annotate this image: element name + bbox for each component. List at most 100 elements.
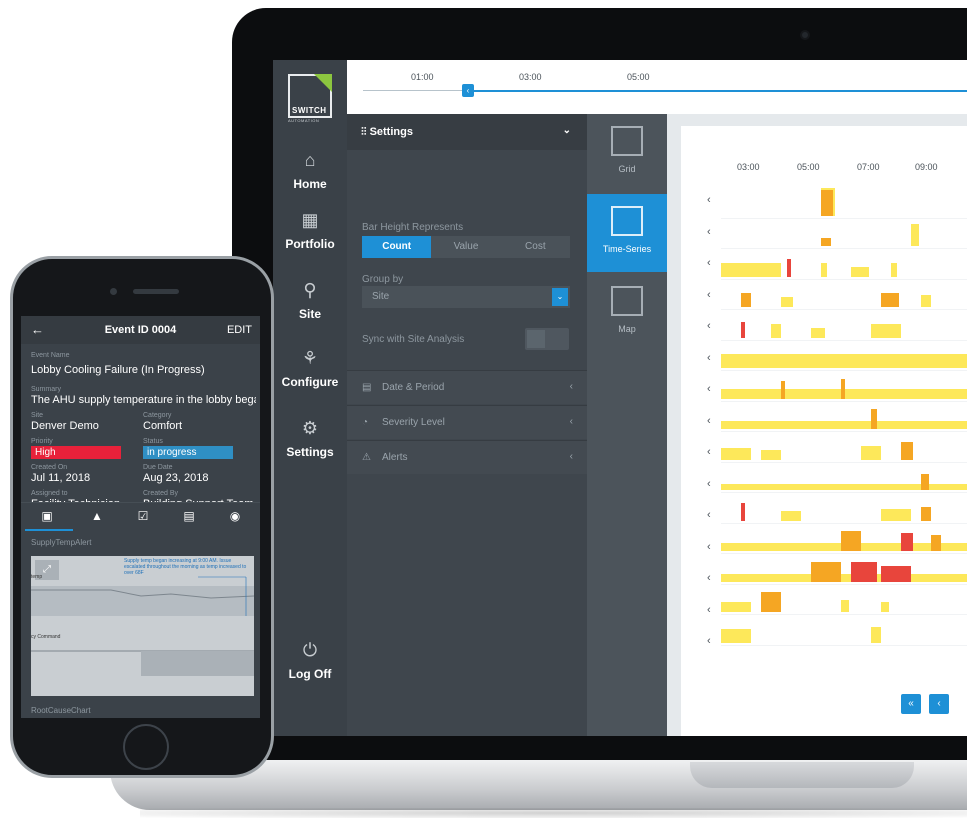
portfolio-icon: ▦ bbox=[301, 210, 319, 230]
heatmap-row bbox=[721, 371, 967, 402]
phone-screen: ← Event ID 0004 EDIT Event Name Lobby Co… bbox=[21, 316, 260, 718]
heatmap-segment bbox=[851, 561, 877, 582]
chevron-left-icon[interactable]: ‹ bbox=[707, 446, 711, 458]
chevron-down-icon: ⌄ bbox=[562, 125, 571, 136]
heatmap-rows bbox=[721, 188, 967, 646]
heatmap-segment bbox=[741, 321, 745, 338]
chevron-left-icon[interactable]: ‹ bbox=[707, 257, 711, 269]
bar-height-segmented: Count Value Cost bbox=[362, 236, 570, 258]
heatmap-row bbox=[721, 402, 967, 432]
heatmap-segment bbox=[841, 378, 845, 399]
sync-toggle[interactable] bbox=[525, 328, 569, 350]
heatmap-segment bbox=[721, 573, 967, 582]
heatmap-segment bbox=[881, 293, 899, 307]
pager-first-button[interactable]: « bbox=[901, 694, 921, 714]
chevron-left-icon[interactable]: ‹ bbox=[707, 635, 711, 647]
heatmap-segment bbox=[871, 626, 881, 643]
event-header: ← Event ID 0004 EDIT bbox=[21, 316, 260, 344]
nav-home-label: Home bbox=[293, 177, 327, 191]
eye-tab-icon[interactable]: ◉ bbox=[217, 509, 253, 523]
nav-portfolio[interactable]: ▦ Portfolio bbox=[273, 210, 347, 251]
chevron-left-icon[interactable]: ‹ bbox=[707, 604, 711, 616]
heatmap-segment bbox=[721, 628, 751, 643]
event-tabs: ▣ ▲ ☑ ▤ ◉ bbox=[21, 502, 260, 531]
heatmap-segment bbox=[881, 602, 889, 612]
group-by-value: Site bbox=[372, 291, 390, 302]
chevron-left-icon[interactable]: ‹ bbox=[707, 478, 711, 490]
timeline-tick: 05:00 bbox=[627, 72, 650, 82]
chevron-left-icon[interactable]: ‹ bbox=[707, 541, 711, 553]
section-label: Severity Level bbox=[382, 417, 445, 428]
segment-value[interactable]: Value bbox=[431, 236, 500, 258]
chevron-left-icon[interactable]: ‹ bbox=[707, 194, 711, 206]
heatmap-row bbox=[721, 188, 967, 219]
location-pin-icon: ⚲ bbox=[303, 280, 317, 300]
chevron-left-icon[interactable]: ‹ bbox=[707, 289, 711, 301]
section-severity[interactable]: ◔ Severity Level ‹ bbox=[347, 405, 587, 439]
section-date-period[interactable]: ▤ Date & Period ‹ bbox=[347, 370, 587, 404]
nav-log-off[interactable]: ⏻ Log Off bbox=[273, 640, 347, 681]
created-by-label: Created By bbox=[143, 490, 179, 497]
nav-site[interactable]: ⚲ Site bbox=[273, 280, 347, 321]
supply-temp-chart: ⤢ Supply temp began increasing at 9:00 A… bbox=[31, 556, 254, 696]
view-time-series[interactable]: Time-Series bbox=[587, 194, 667, 272]
event-title: Event ID 0004 bbox=[104, 324, 177, 336]
heatmap-row bbox=[721, 585, 967, 615]
warning-tab-icon[interactable]: ▲ bbox=[79, 509, 115, 523]
comment-tab-icon[interactable]: ▤ bbox=[171, 509, 207, 523]
nav-home[interactable]: ⌂ Home bbox=[273, 150, 347, 191]
phone-home-button[interactable] bbox=[123, 724, 169, 770]
checklist-tab-icon[interactable]: ☑ bbox=[125, 509, 161, 523]
summary-value: The AHU supply temperature in the lobby … bbox=[31, 394, 256, 406]
nav-configure[interactable]: ⚘ Configure bbox=[273, 348, 347, 389]
settings-header[interactable]: ⫶⫶ Settings ⌄ bbox=[347, 114, 587, 150]
heatmap-segment bbox=[761, 449, 781, 460]
heatmap-segment bbox=[901, 533, 913, 551]
laptop-shadow bbox=[140, 808, 967, 818]
heatmap-segment bbox=[921, 295, 931, 307]
nav-settings[interactable]: ⚙ Settings bbox=[273, 418, 347, 459]
heatmap-segment bbox=[871, 409, 877, 429]
nav-configure-label: Configure bbox=[281, 375, 339, 389]
heatmap-row bbox=[721, 493, 967, 524]
line-chart-icon bbox=[611, 206, 643, 236]
marketing-composite: SWITCH AUTOMATION ⌂ Home ▦ Portfolio ⚲ S… bbox=[0, 0, 967, 821]
group-by-select[interactable]: Site ⌄ bbox=[362, 286, 570, 308]
chevron-left-icon[interactable]: ‹ bbox=[707, 509, 711, 521]
event-name-label: Event Name bbox=[31, 352, 70, 359]
time-tick: 09:00 bbox=[915, 162, 938, 172]
chevron-left-icon[interactable]: ‹ bbox=[707, 383, 711, 395]
chevron-left-icon[interactable]: ‹ bbox=[707, 572, 711, 584]
heatmap-segment bbox=[851, 266, 869, 277]
chevron-left-icon[interactable]: ‹ bbox=[707, 352, 711, 364]
switch-logo[interactable]: SWITCH bbox=[288, 74, 332, 118]
heatmap-segment bbox=[781, 510, 801, 521]
view-map[interactable]: Map bbox=[587, 274, 667, 352]
heatmap-segment bbox=[721, 484, 967, 490]
priority-badge: High bbox=[31, 446, 121, 459]
heatmap-segment bbox=[891, 262, 897, 277]
chevron-left-icon[interactable]: ‹ bbox=[707, 415, 711, 427]
nav-portfolio-label: Portfolio bbox=[285, 237, 335, 251]
priority-label: Priority bbox=[31, 438, 53, 445]
view-grid[interactable]: Grid bbox=[587, 114, 667, 192]
image-tab-icon[interactable]: ▣ bbox=[29, 509, 65, 523]
heatmap-segment bbox=[721, 447, 751, 460]
heatmap-row bbox=[721, 615, 967, 646]
heatmap-segment bbox=[811, 327, 825, 338]
edit-button[interactable]: EDIT bbox=[227, 324, 252, 336]
heatmap-row bbox=[721, 341, 967, 371]
segment-count[interactable]: Count bbox=[362, 236, 432, 258]
heatmap-segment bbox=[787, 258, 791, 277]
laptop-screen: SWITCH AUTOMATION ⌂ Home ▦ Portfolio ⚲ S… bbox=[273, 60, 967, 736]
chevron-left-icon[interactable]: ‹ bbox=[707, 226, 711, 238]
heatmap-row bbox=[721, 219, 967, 249]
heatmap-row bbox=[721, 249, 967, 280]
section-alerts[interactable]: ⚠ Alerts ‹ bbox=[347, 440, 587, 474]
pager-prev-button[interactable]: ‹ bbox=[929, 694, 949, 714]
logo-subtext: AUTOMATION bbox=[288, 118, 320, 123]
heatmap-segment bbox=[821, 189, 833, 216]
timeline-handle[interactable]: ‹ bbox=[462, 84, 474, 97]
segment-cost[interactable]: Cost bbox=[501, 236, 570, 258]
chevron-left-icon[interactable]: ‹ bbox=[707, 320, 711, 332]
